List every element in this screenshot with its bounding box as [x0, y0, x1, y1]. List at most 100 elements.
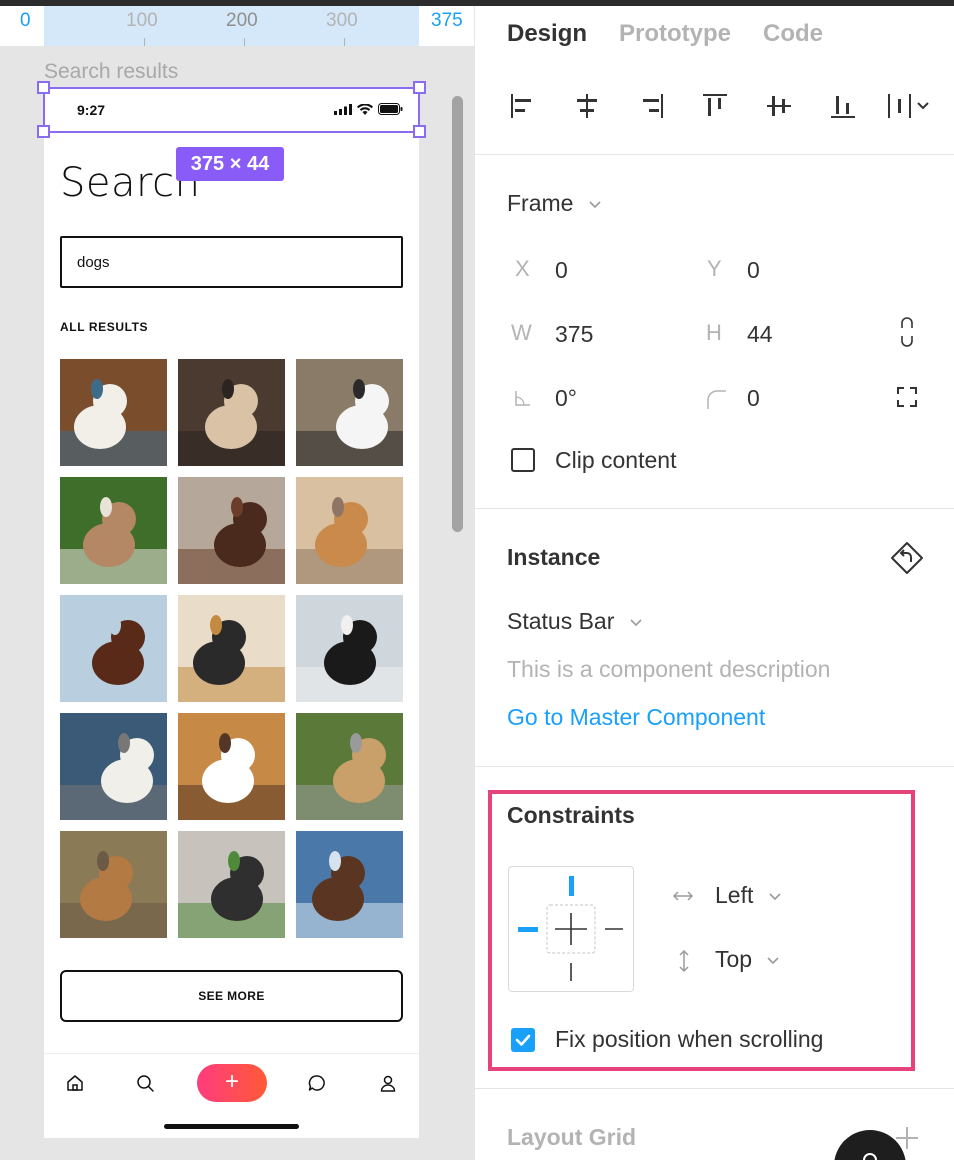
resize-handle-bottom-left[interactable] — [37, 125, 50, 138]
resize-handle-top-left[interactable] — [37, 81, 50, 94]
dog-photo — [296, 477, 403, 584]
photo-tile[interactable] — [296, 831, 403, 938]
align-right-icon[interactable] — [635, 90, 667, 122]
align-horizontal-center-icon[interactable] — [571, 90, 603, 122]
component-name: Status Bar — [507, 608, 615, 634]
profile-icon[interactable] — [377, 1072, 399, 1094]
photo-tile[interactable] — [296, 477, 403, 584]
status-icons — [334, 103, 403, 115]
independent-corners-icon[interactable] — [895, 385, 919, 409]
dog-photo — [178, 595, 285, 702]
dog-photo — [296, 595, 403, 702]
instance-section-title: Instance — [507, 544, 601, 570]
dog-photo — [178, 831, 285, 938]
create-post-button[interactable]: + — [197, 1064, 267, 1102]
divider — [475, 508, 954, 509]
dog-photo — [60, 831, 167, 938]
y-field[interactable]: 0 — [747, 257, 760, 284]
constraints-highlight-box — [488, 790, 915, 1071]
chat-icon[interactable] — [306, 1072, 328, 1094]
resize-handle-top-right[interactable] — [413, 81, 426, 94]
photo-tile[interactable] — [296, 359, 403, 466]
horizontal-ruler: 0 100 200 300 375 — [0, 6, 474, 46]
dog-photo — [296, 831, 403, 938]
ruler-tick — [244, 38, 245, 46]
photo-tile[interactable] — [60, 713, 167, 820]
constrain-proportions-icon[interactable] — [897, 316, 917, 348]
chevron-down-icon — [589, 201, 601, 209]
photo-tile[interactable] — [178, 359, 285, 466]
width-field[interactable]: 375 — [555, 321, 593, 348]
photo-tile[interactable] — [178, 477, 285, 584]
ruler-mark-0: 0 — [20, 10, 31, 31]
corner-radius-icon — [707, 390, 726, 409]
wifi-icon — [357, 103, 373, 115]
photo-tile[interactable] — [178, 713, 285, 820]
tab-design[interactable]: Design — [507, 20, 587, 48]
results-heading: ALL RESULTS — [60, 320, 149, 334]
chevron-down-icon — [630, 619, 642, 627]
dog-photo — [60, 359, 167, 466]
photo-tile[interactable] — [178, 595, 285, 702]
panel-tabs: Design Prototype Code — [507, 20, 823, 48]
align-vertical-center-icon[interactable] — [763, 90, 795, 122]
frame-section-header[interactable]: Frame — [507, 190, 602, 217]
ruler-mark-100: 100 — [126, 10, 158, 31]
photo-tile[interactable] — [60, 831, 167, 938]
ruler-tick — [144, 38, 145, 46]
clip-content-checkbox[interactable] — [511, 448, 535, 472]
search-input-value: dogs — [77, 254, 110, 271]
divider — [475, 1088, 954, 1089]
dog-photo — [296, 713, 403, 820]
align-left-icon[interactable] — [507, 90, 539, 122]
battery-icon — [378, 103, 403, 115]
corner-radius-field[interactable]: 0 — [747, 385, 760, 412]
align-top-icon[interactable] — [699, 90, 731, 122]
h-label: H — [706, 320, 722, 345]
ruler-mark-300: 300 — [326, 10, 358, 31]
distribute-spacing-icon[interactable] — [885, 90, 935, 122]
align-bottom-icon[interactable] — [827, 90, 859, 122]
alignment-toolbar — [507, 90, 937, 122]
tab-code[interactable]: Code — [763, 20, 823, 48]
w-label: W — [511, 320, 532, 345]
photo-tile[interactable] — [296, 713, 403, 820]
dog-photo — [178, 477, 285, 584]
clip-content-label: Clip content — [555, 447, 677, 473]
status-bar[interactable]: 9:27 — [44, 88, 419, 132]
divider — [475, 766, 954, 767]
canvas[interactable]: 0 100 200 300 375 Search results 9:27 Se… — [0, 6, 474, 1160]
ruler-mark-200: 200 — [226, 10, 258, 31]
status-time: 9:27 — [77, 102, 106, 118]
go-to-master-link[interactable]: Go to Master Component — [507, 704, 765, 731]
dog-photo — [60, 713, 167, 820]
canvas-scrollbar[interactable] — [452, 96, 463, 532]
x-field[interactable]: 0 — [555, 257, 568, 284]
resize-handle-bottom-right[interactable] — [413, 125, 426, 138]
height-field[interactable]: 44 — [747, 321, 773, 348]
home-icon[interactable] — [64, 1072, 86, 1094]
go-to-main-component-icon[interactable] — [889, 540, 925, 576]
see-more-button[interactable]: SEE MORE — [60, 970, 403, 1022]
search-input[interactable]: dogs — [60, 236, 403, 288]
cellular-signal-icon — [334, 103, 352, 115]
rotation-icon — [515, 391, 530, 406]
photo-tile[interactable] — [60, 359, 167, 466]
frame-name-label[interactable]: Search results — [44, 60, 178, 84]
home-indicator — [164, 1124, 299, 1129]
help-icon — [863, 1153, 877, 1160]
y-label: Y — [707, 256, 722, 281]
photo-tile[interactable] — [60, 477, 167, 584]
rotation-field[interactable]: 0° — [555, 385, 577, 412]
search-icon[interactable] — [134, 1072, 156, 1094]
layout-grid-section-title: Layout Grid — [507, 1124, 637, 1150]
help-button[interactable] — [834, 1130, 906, 1160]
dog-photo — [60, 477, 167, 584]
component-selector[interactable]: Status Bar — [507, 608, 643, 635]
photo-tile[interactable] — [60, 595, 167, 702]
ruler-tick — [344, 38, 345, 46]
phone-frame[interactable]: 9:27 Search dogs ALL RESULTS SEE MORE + — [44, 88, 419, 1138]
tab-prototype[interactable]: Prototype — [619, 20, 731, 48]
photo-tile[interactable] — [178, 831, 285, 938]
photo-tile[interactable] — [296, 595, 403, 702]
